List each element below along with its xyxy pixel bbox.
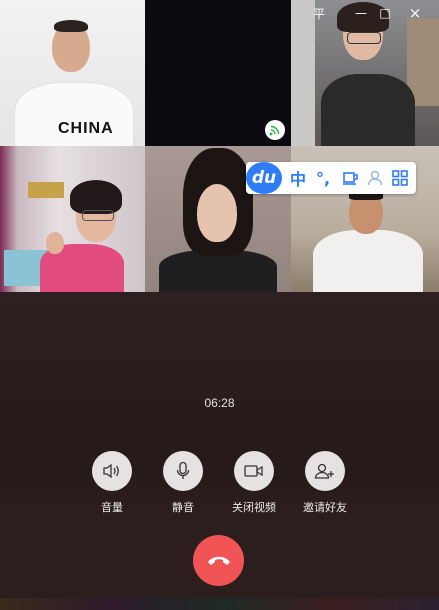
add-person-icon [305,451,345,491]
participant-body [321,74,415,146]
maximize-button[interactable]: □ [374,3,396,23]
phone-hangup-icon [207,556,230,565]
mute-button[interactable]: 静音 [148,451,218,515]
ime-language-toggle[interactable]: 中 [290,168,306,189]
cup-icon[interactable] [342,168,360,188]
close-button[interactable]: × [404,3,426,23]
invite-friend-button[interactable]: 邀请好友 [290,451,360,515]
microphone-icon [163,451,203,491]
participant-tile-2[interactable] [145,0,291,146]
invite-friend-label: 邀请好友 [303,501,347,514]
shirt-text: CHINA [58,120,114,137]
call-timer: 06:28 [204,396,235,410]
turn-off-video-label: 关闭视频 [232,501,276,514]
video-call-window: CHINA 平 — □ × du 中 °, 06:28 音量 静音 关闭视频 邀… [0,0,439,610]
participant-tile-4[interactable] [0,146,145,292]
volume-label: 音量 [101,501,123,514]
participant-tile-1[interactable]: CHINA [0,0,145,146]
video-camera-icon [234,451,274,491]
volume-icon [92,451,132,491]
mute-label: 静音 [172,501,194,514]
hang-up-button[interactable] [193,535,244,586]
speaking-icon [265,120,285,140]
volume-button[interactable]: 音量 [77,451,147,515]
pin-button[interactable]: 平 [308,3,330,23]
ime-toolbar[interactable]: du 中 °, [246,162,416,194]
user-icon[interactable] [366,168,384,188]
participant-body [159,250,277,292]
minimize-button[interactable]: — [350,3,372,23]
turn-off-video-button[interactable]: 关闭视频 [219,451,289,515]
participant-body [313,230,423,292]
taskbar-edge [0,598,439,610]
baidu-ime-logo[interactable]: du [246,162,282,194]
ime-punctuation-toggle[interactable]: °, [316,168,330,188]
grid-icon[interactable] [392,168,408,188]
participant-grid: CHINA [0,0,439,292]
